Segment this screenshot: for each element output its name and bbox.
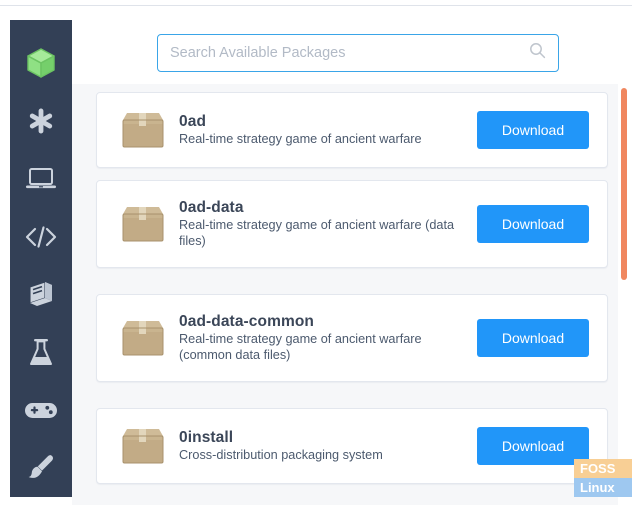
download-button[interactable]: Download <box>477 205 589 243</box>
search-box[interactable] <box>157 34 559 72</box>
package-box-icon <box>119 424 167 468</box>
package-list[interactable]: 0ad Real-time strategy game of ancient w… <box>72 84 632 505</box>
package-name: 0ad-data-common <box>179 312 314 330</box>
package-manager-window: 0ad Real-time strategy game of ancient w… <box>0 0 632 505</box>
package-name: 0ad <box>179 112 207 130</box>
package-box-icon <box>119 108 167 152</box>
search-input[interactable] <box>170 45 521 61</box>
scrollbar-thumb[interactable] <box>621 88 627 280</box>
download-button[interactable]: Download <box>477 427 589 465</box>
sidebar <box>10 20 72 497</box>
package-box-icon <box>119 202 167 246</box>
flask-icon <box>28 337 54 367</box>
search-bar <box>157 34 559 72</box>
asterisk-icon <box>27 107 55 135</box>
sidebar-item-games[interactable] <box>10 381 72 439</box>
paintbrush-icon <box>26 453 56 483</box>
package-info: 0ad-data Real-time strategy game of anci… <box>179 198 477 250</box>
package-description: Real-time strategy game of ancient warfa… <box>179 132 422 147</box>
search-icon[interactable] <box>529 42 546 64</box>
package-box-icon <box>119 316 167 360</box>
laptop-icon <box>25 166 57 192</box>
cube-icon <box>26 47 56 79</box>
main-content: 0ad Real-time strategy game of ancient w… <box>72 6 632 505</box>
scrollbar-track[interactable] <box>618 84 632 505</box>
sidebar-item-packages[interactable] <box>10 34 72 92</box>
package-description: Cross-distribution packaging system <box>179 448 383 463</box>
package-name: 0ad-data <box>179 198 244 216</box>
package-card[interactable]: 0install Cross-distribution packaging sy… <box>96 408 608 484</box>
package-card[interactable]: 0ad Real-time strategy game of ancient w… <box>96 92 608 168</box>
code-icon <box>24 224 58 250</box>
download-button[interactable]: Download <box>477 111 589 149</box>
sidebar-item-featured[interactable] <box>10 92 72 150</box>
package-description: Real-time strategy game of ancient warfa… <box>179 218 455 249</box>
gamepad-icon <box>24 398 58 422</box>
sidebar-item-development[interactable] <box>10 208 72 266</box>
sidebar-item-system[interactable] <box>10 150 72 208</box>
book-icon <box>26 280 56 308</box>
package-info: 0ad Real-time strategy game of ancient w… <box>179 112 477 148</box>
package-info: 0install Cross-distribution packaging sy… <box>179 428 477 464</box>
download-button[interactable]: Download <box>477 319 589 357</box>
sidebar-item-education[interactable] <box>10 266 72 324</box>
package-card[interactable]: 0ad-data Real-time strategy game of anci… <box>96 180 608 268</box>
sidebar-item-graphics[interactable] <box>10 439 72 497</box>
sidebar-item-science[interactable] <box>10 323 72 381</box>
package-info: 0ad-data-common Real-time strategy game … <box>179 312 477 364</box>
package-name: 0install <box>179 428 234 446</box>
package-description: Real-time strategy game of ancient warfa… <box>179 332 422 363</box>
package-card[interactable]: 0ad-data-common Real-time strategy game … <box>96 294 608 382</box>
